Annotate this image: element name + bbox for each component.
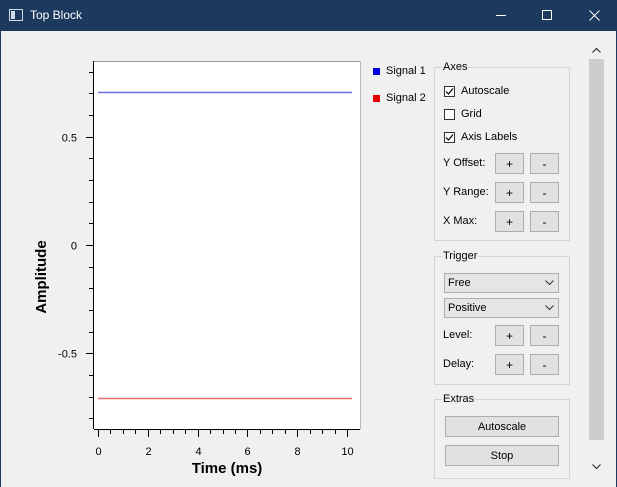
autoscale-button[interactable]: Autoscale — [445, 416, 559, 437]
y-offset-label: Y Offset: — [443, 157, 486, 169]
minimize-icon — [495, 15, 506, 16]
maximize-icon — [541, 10, 552, 20]
extras-group-title: Extras — [442, 393, 476, 405]
x-axis-ticks: 0 2 4 6 8 10 — [95, 430, 354, 458]
y-axis-title: Amplitude — [33, 240, 50, 313]
legend-item-signal-1: Signal 1 — [373, 65, 426, 77]
title-bar[interactable]: Top Block — [0, 0, 617, 31]
trigger-group-title: Trigger — [442, 250, 479, 262]
close-button[interactable] — [571, 0, 617, 31]
level-label: Level: — [443, 329, 473, 341]
y-tick-label: 0.5 — [62, 133, 77, 145]
x-tick-label: 6 — [244, 446, 250, 458]
x-tick-label: 2 — [145, 446, 151, 458]
trigger-mode-select[interactable]: Free — [444, 273, 559, 293]
level-minus-button[interactable]: - — [530, 325, 559, 346]
scroll-down-button[interactable] — [587, 458, 606, 476]
plot-canvas — [94, 61, 360, 429]
window-title: Top Block — [30, 8, 83, 22]
check-icon — [445, 133, 454, 141]
checkbox-checked[interactable] — [444, 85, 455, 97]
checkbox-checked[interactable] — [444, 131, 455, 143]
check-icon — [445, 87, 454, 95]
chevron-down-icon — [545, 280, 554, 286]
vertical-scrollbar[interactable] — [587, 41, 606, 480]
y-range-minus-button[interactable]: - — [530, 182, 559, 203]
axis-labels-label: Axis Labels — [461, 131, 518, 143]
trigger-slope-value: Positive — [448, 302, 487, 314]
autoscale-checkbox[interactable]: Autoscale — [444, 85, 509, 97]
close-icon — [588, 10, 600, 21]
x-tick-label: 4 — [195, 446, 201, 458]
grid-label: Grid — [461, 108, 482, 120]
legend-item-signal-2: Signal 2 — [373, 92, 426, 104]
y-tick-label: -0.5 — [58, 349, 77, 361]
chevron-up-icon — [592, 47, 601, 53]
scroll-up-button[interactable] — [587, 41, 606, 59]
maximize-button[interactable] — [524, 0, 570, 31]
app-icon — [9, 9, 23, 21]
level-plus-button[interactable]: + — [495, 325, 524, 346]
x-tick-label: 8 — [294, 446, 300, 458]
chevron-down-icon — [545, 305, 554, 311]
autoscale-label: Autoscale — [461, 85, 510, 97]
x-max-label: X Max: — [443, 215, 478, 227]
trigger-slope-select[interactable]: Positive — [444, 298, 559, 318]
delay-label: Delay: — [443, 358, 475, 370]
axis-labels-checkbox[interactable]: Axis Labels — [444, 131, 517, 143]
scrollbar-thumb[interactable] — [589, 59, 604, 440]
x-tick-label: 0 — [95, 446, 101, 458]
x-axis-title: Time (ms) — [192, 460, 263, 477]
x-tick-label: 10 — [341, 446, 353, 458]
y-offset-minus-button[interactable]: - — [530, 153, 559, 174]
y-offset-plus-button[interactable]: + — [495, 153, 524, 174]
y-tick-label: 0 — [71, 241, 77, 253]
trigger-mode-value: Free — [448, 277, 471, 289]
legend-swatch-blue — [373, 67, 380, 75]
legend-swatch-red — [373, 94, 380, 102]
y-axis-ticks: 0.5 0 -0.5 — [58, 72, 93, 419]
grid-checkbox[interactable]: Grid — [444, 108, 482, 120]
minimize-button[interactable] — [478, 0, 524, 31]
extras-group — [434, 399, 570, 479]
legend-label: Signal 1 — [386, 65, 426, 77]
delay-minus-button[interactable]: - — [530, 354, 559, 375]
legend-label: Signal 2 — [386, 92, 426, 104]
delay-plus-button[interactable]: + — [495, 354, 524, 375]
stop-button[interactable]: Stop — [445, 445, 559, 466]
y-range-plus-button[interactable]: + — [495, 182, 524, 203]
y-range-label: Y Range: — [443, 186, 489, 198]
x-max-plus-button[interactable]: + — [495, 211, 524, 232]
x-max-minus-button[interactable]: - — [530, 211, 559, 232]
axes-group-title: Axes — [442, 61, 469, 73]
chevron-down-icon — [592, 464, 601, 470]
checkbox-unchecked[interactable] — [444, 108, 455, 120]
